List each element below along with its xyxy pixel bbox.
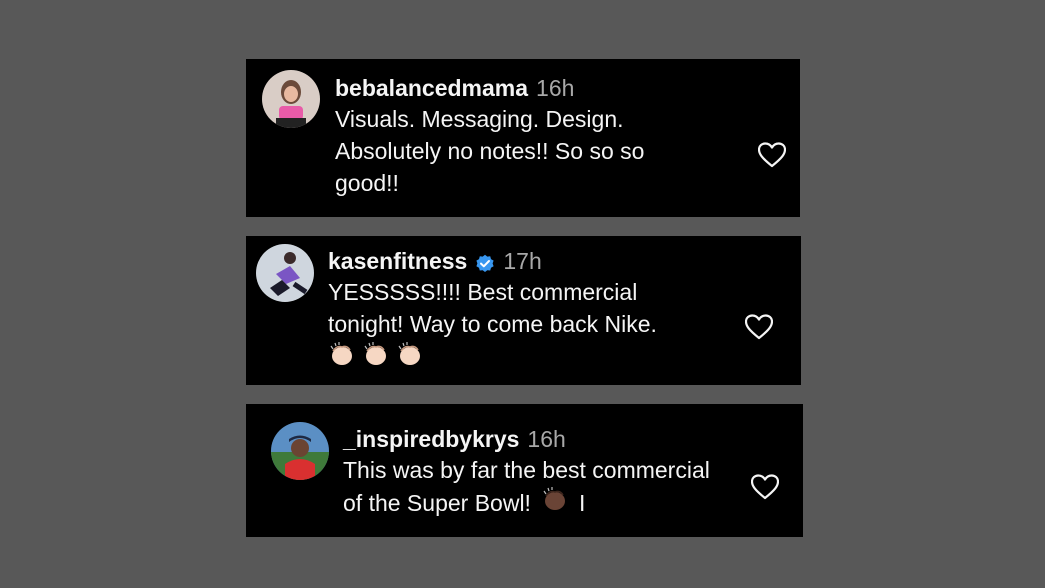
- comment-line: YESSSSS!!!! Best commercial: [328, 279, 638, 305]
- comment-body: bebalancedmama 16h Visuals. Messaging. D…: [335, 73, 644, 199]
- comment-text: YESSSSS!!!! Best commercial tonight! Way…: [328, 276, 657, 376]
- comment-line-with-emoji: of the Super Bowl! I: [343, 486, 710, 520]
- clapping-hands-icon: [328, 341, 354, 375]
- comment-line: Absolutely no notes!! So so so: [335, 138, 645, 164]
- comment-line: tonight! Way to come back Nike.: [328, 311, 657, 337]
- comment-line: good!!: [335, 170, 399, 196]
- avatar[interactable]: [271, 422, 329, 480]
- clapping-hands-icon: [396, 341, 422, 375]
- heart-icon[interactable]: [751, 474, 779, 500]
- avatar[interactable]: [262, 70, 320, 128]
- heart-icon[interactable]: [745, 314, 773, 340]
- comment-card: _inspiredbykrys 16h This was by far the …: [246, 404, 803, 537]
- comment-header: _inspiredbykrys 16h: [343, 424, 710, 454]
- comment-header: kasenfitness 17h: [328, 246, 657, 276]
- username[interactable]: bebalancedmama: [335, 73, 528, 103]
- timestamp[interactable]: 16h: [536, 73, 574, 103]
- comment-text: This was by far the best commercial of t…: [343, 454, 710, 520]
- comment-header: bebalancedmama 16h: [335, 73, 644, 103]
- comment-body: kasenfitness 17h YESSSSS!!!! Best commer…: [328, 246, 657, 376]
- heart-icon[interactable]: [758, 142, 786, 168]
- timestamp[interactable]: 16h: [527, 424, 565, 454]
- comment-card: bebalancedmama 16h Visuals. Messaging. D…: [246, 59, 800, 217]
- comment-line: Visuals. Messaging. Design.: [335, 106, 624, 132]
- comment-line: of the Super Bowl!: [343, 490, 531, 516]
- avatar[interactable]: [256, 244, 314, 302]
- comment-card: kasenfitness 17h YESSSSS!!!! Best commer…: [246, 236, 801, 385]
- clapping-hands-dark-icon: [541, 486, 567, 520]
- emoji-row: [328, 340, 657, 376]
- comment-text: Visuals. Messaging. Design. Absolutely n…: [335, 103, 644, 199]
- clapping-hands-icon: [362, 341, 388, 375]
- username[interactable]: kasenfitness: [328, 246, 467, 276]
- verified-badge-icon: [475, 251, 495, 272]
- timestamp[interactable]: 17h: [503, 246, 541, 276]
- comment-line: This was by far the best commercial: [343, 457, 710, 483]
- trailing-text: I: [578, 490, 586, 516]
- comment-body: _inspiredbykrys 16h This was by far the …: [343, 424, 710, 520]
- username[interactable]: _inspiredbykrys: [343, 424, 519, 454]
